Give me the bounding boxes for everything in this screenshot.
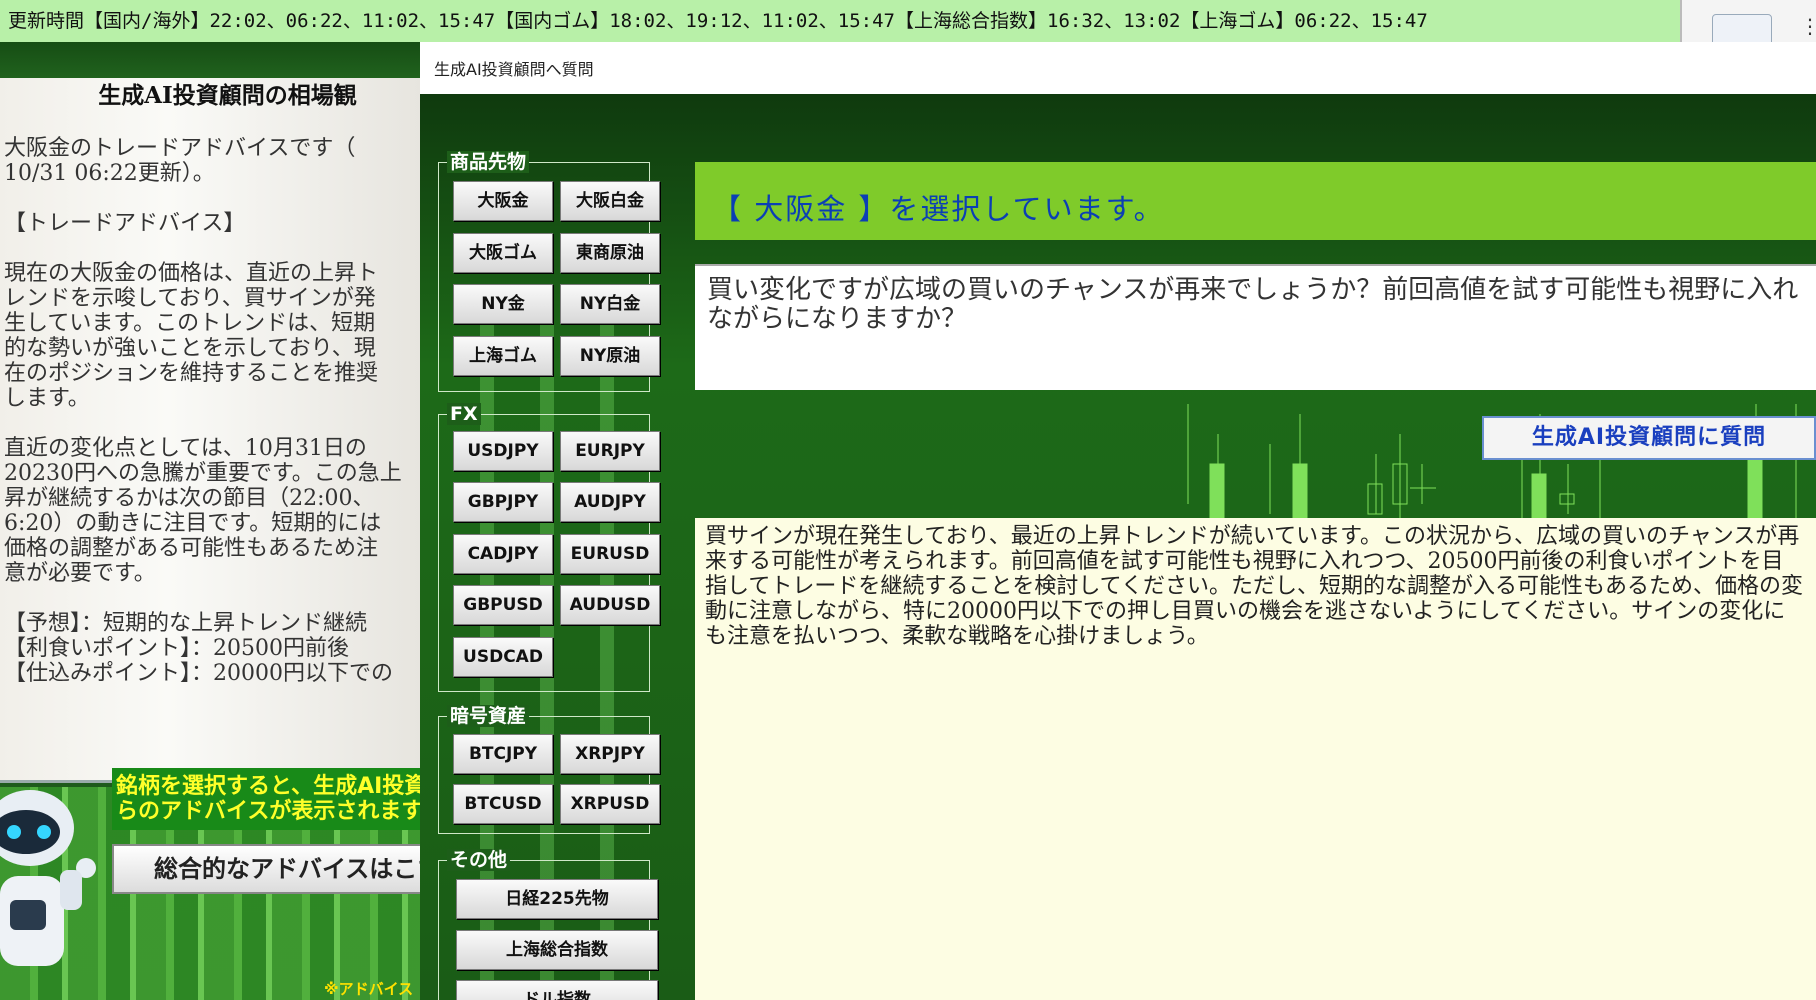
update-times-ticker: 更新時間【国内/海外】22:02、06:22、11:02、15:47【国内ゴム】…	[0, 0, 1680, 42]
symbol-button-eurusd[interactable]: EURUSD	[560, 534, 660, 574]
market-view-title: 生成AI投資顧問の相場観	[98, 82, 357, 109]
symbol-button-osaka-gold[interactable]: 大阪金	[453, 181, 553, 221]
crypto-group-label: 暗号資産	[447, 705, 530, 727]
advice-note: ※アドバイス	[324, 980, 414, 998]
symbol-button-ny-crude[interactable]: NY原油	[560, 336, 660, 376]
symbol-button-shanghai-composite[interactable]: 上海総合指数	[456, 930, 658, 970]
symbol-button-usdjpy[interactable]: USDJPY	[453, 431, 553, 471]
symbol-button-eurjpy[interactable]: EURJPY	[560, 431, 660, 471]
symbol-button-ny-gold[interactable]: NY金	[453, 284, 553, 324]
other-group: その他 日経225先物 上海総合指数 ドル指数	[438, 849, 658, 1000]
symbol-button-osaka-rubber[interactable]: 大阪ゴム	[453, 233, 553, 273]
symbol-button-nikkei225-futures[interactable]: 日経225先物	[456, 879, 658, 919]
answer-text: 買サインが現在発生しており、最近の上昇トレンドが続いています。この状況から、広域…	[705, 524, 1804, 649]
selected-symbol-text: 【 大阪金 】を選択しています。	[712, 192, 1165, 226]
robot-mascot-icon	[0, 790, 96, 966]
fx-group-label: FX	[447, 403, 481, 425]
commodities-group: 商品先物 大阪金 大阪白金 大阪ゴム 東商原油 NY金 NY白金 上海ゴム NY…	[438, 151, 660, 392]
symbol-button-osaka-platinum[interactable]: 大阪白金	[560, 181, 660, 221]
symbol-button-cadjpy[interactable]: CADJPY	[453, 534, 553, 574]
more-options-icon[interactable]: ⋮	[1800, 16, 1816, 36]
symbol-button-ny-platinum[interactable]: NY白金	[560, 284, 660, 324]
symbol-button-shanghai-rubber[interactable]: 上海ゴム	[453, 336, 553, 376]
market-view-body: 大阪金のトレードアドバイスです（ 10/31 06:22更新）。 【トレードアド…	[4, 136, 402, 686]
question-input[interactable]: 買い変化ですが広域の買いのチャンスが再来でしょうか？前回高値を試す可能性も視野に…	[695, 264, 1816, 390]
fx-group: FX USDJPY EURJPY GBPJPY AUDJPY CADJPY EU…	[438, 403, 660, 692]
crypto-group: 暗号資産 BTCJPY XRPJPY BTCUSD XRPUSD	[438, 705, 660, 834]
overall-advice-button[interactable]: 総合的なアドバイスはこちら	[112, 844, 432, 894]
symbol-button-xrpjpy[interactable]: XRPJPY	[560, 734, 660, 774]
symbol-button-dollar-index[interactable]: ドル指数	[456, 980, 658, 1000]
symbol-button-audjpy[interactable]: AUDJPY	[560, 482, 660, 522]
ai-advisor-dialog: 生成AI投資顧問へ質問 商品先物 大阪金 大阪白金 大阪ゴム 東商原油 NY金 …	[420, 42, 1816, 1000]
minimized-window-thumbnail-icon[interactable]	[1712, 14, 1772, 44]
ask-advisor-button[interactable]: 生成AI投資顧問に質問	[1482, 416, 1816, 460]
symbol-button-tocom-crude[interactable]: 東商原油	[560, 233, 660, 273]
symbol-button-audusd[interactable]: AUDUSD	[560, 585, 660, 625]
window-corner: ⋮	[1680, 0, 1816, 46]
other-group-label: その他	[447, 849, 511, 871]
symbol-button-gbpusd[interactable]: GBPUSD	[453, 585, 553, 625]
dialog-title: 生成AI投資顧問へ質問	[420, 42, 1816, 94]
symbol-button-btcusd[interactable]: BTCUSD	[453, 784, 553, 824]
dialog-body: 商品先物 大阪金 大阪白金 大阪ゴム 東商原油 NY金 NY白金 上海ゴム NY…	[420, 94, 1816, 1000]
symbol-button-btcjpy[interactable]: BTCJPY	[453, 734, 553, 774]
symbol-button-usdcad[interactable]: USDCAD	[453, 637, 553, 677]
symbol-button-gbpjpy[interactable]: GBPJPY	[453, 482, 553, 522]
commodities-group-label: 商品先物	[447, 151, 530, 173]
select-symbol-hint: 銘柄を選択すると、生成AI投資顧問か らのアドバイスが表示されます。	[112, 768, 432, 830]
symbol-button-xrpusd[interactable]: XRPUSD	[560, 784, 660, 824]
